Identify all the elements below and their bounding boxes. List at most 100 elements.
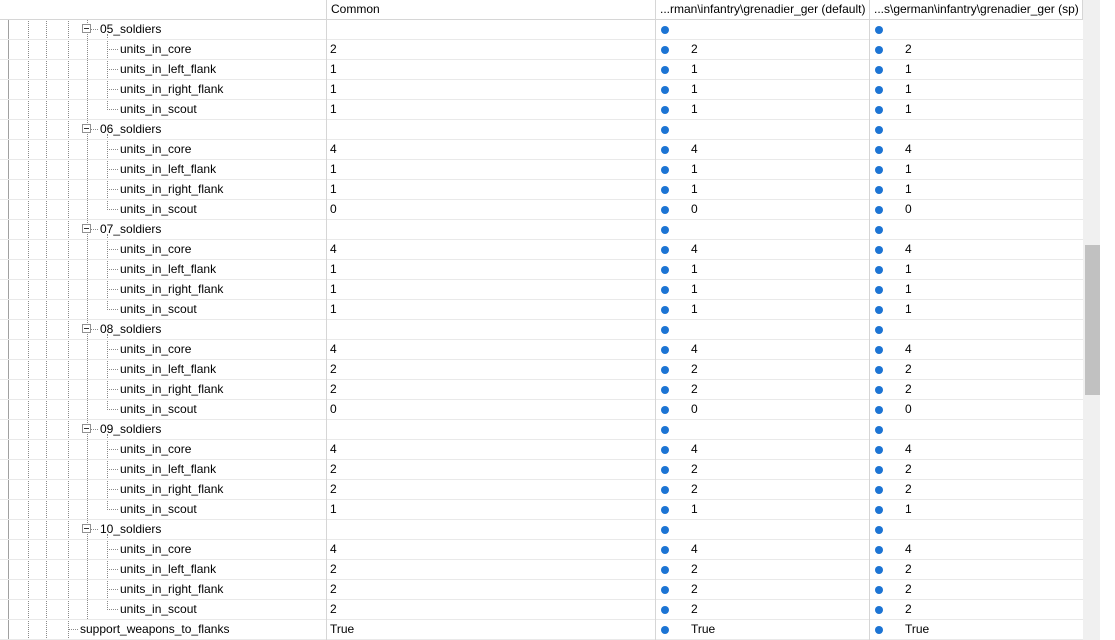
sp-value[interactable]: 1 xyxy=(905,60,912,79)
common-value[interactable]: 1 xyxy=(330,300,337,319)
default-value[interactable]: 4 xyxy=(691,240,698,259)
tree-property-row[interactable]: units_in_right_flank 2 2 2 xyxy=(0,480,1083,500)
default-value[interactable]: 4 xyxy=(691,540,698,559)
tree-property-row[interactable]: units_in_scout 1 1 1 xyxy=(0,100,1083,120)
default-value[interactable]: 2 xyxy=(691,600,698,619)
common-value[interactable]: 1 xyxy=(330,500,337,519)
sp-value[interactable]: 4 xyxy=(905,240,912,259)
default-value[interactable]: 1 xyxy=(691,300,698,319)
collapse-toggle-icon[interactable] xyxy=(82,524,91,533)
common-value[interactable]: 2 xyxy=(330,580,337,599)
default-value[interactable]: 2 xyxy=(691,380,698,399)
common-value[interactable]: 1 xyxy=(330,60,337,79)
default-value[interactable]: 4 xyxy=(691,140,698,159)
sp-value[interactable]: 1 xyxy=(905,500,912,519)
collapse-toggle-icon[interactable] xyxy=(82,24,91,33)
common-value[interactable]: 4 xyxy=(330,440,337,459)
tree-property-row[interactable]: units_in_left_flank 1 1 1 xyxy=(0,60,1083,80)
sp-value[interactable]: 0 xyxy=(905,200,912,219)
header-sp[interactable]: ...s\german\infantry\grenadier_ger (sp) xyxy=(870,0,1083,19)
collapse-toggle-icon[interactable] xyxy=(82,324,91,333)
sp-value[interactable]: 2 xyxy=(905,380,912,399)
collapse-toggle-icon[interactable] xyxy=(82,424,91,433)
tree-property-row[interactable]: units_in_left_flank 1 1 1 xyxy=(0,160,1083,180)
common-value[interactable]: 4 xyxy=(330,340,337,359)
common-value[interactable]: 2 xyxy=(330,40,337,59)
tree-property-row[interactable]: units_in_scout 1 1 1 xyxy=(0,300,1083,320)
default-value[interactable]: 1 xyxy=(691,280,698,299)
tree-property-row[interactable]: units_in_core 4 4 4 xyxy=(0,540,1083,560)
default-value[interactable]: 1 xyxy=(691,60,698,79)
default-value[interactable]: 2 xyxy=(691,580,698,599)
tree-property-row[interactable]: units_in_core 4 4 4 xyxy=(0,440,1083,460)
tree-property-row[interactable]: units_in_scout 0 0 0 xyxy=(0,400,1083,420)
tree-property-row[interactable]: units_in_left_flank 2 2 2 xyxy=(0,360,1083,380)
default-value[interactable]: 1 xyxy=(691,260,698,279)
tree-property-row[interactable]: support_weapons_to_flanks True True True xyxy=(0,620,1083,640)
tree-group-row[interactable]: 05_soldiers xyxy=(0,20,1083,40)
default-value[interactable]: 2 xyxy=(691,360,698,379)
common-value[interactable]: 4 xyxy=(330,140,337,159)
common-value[interactable]: 4 xyxy=(330,540,337,559)
sp-value[interactable]: 4 xyxy=(905,440,912,459)
common-value[interactable]: True xyxy=(330,620,354,639)
default-value[interactable]: 0 xyxy=(691,200,698,219)
tree-group-row[interactable]: 09_soldiers xyxy=(0,420,1083,440)
tree-property-row[interactable]: units_in_right_flank 2 2 2 xyxy=(0,580,1083,600)
common-value[interactable]: 2 xyxy=(330,600,337,619)
default-value[interactable]: 1 xyxy=(691,500,698,519)
default-value[interactable]: 4 xyxy=(691,340,698,359)
common-value[interactable]: 1 xyxy=(330,80,337,99)
sp-value[interactable]: 2 xyxy=(905,480,912,499)
default-value[interactable]: True xyxy=(691,620,715,639)
tree-property-row[interactable]: units_in_right_flank 1 1 1 xyxy=(0,80,1083,100)
common-value[interactable]: 4 xyxy=(330,240,337,259)
header-default[interactable]: ...rman\infantry\grenadier_ger (default) xyxy=(656,0,870,19)
tree-property-row[interactable]: units_in_left_flank 1 1 1 xyxy=(0,260,1083,280)
sp-value[interactable]: 0 xyxy=(905,400,912,419)
header-common[interactable]: Common xyxy=(327,0,656,19)
sp-value[interactable]: 2 xyxy=(905,600,912,619)
default-value[interactable]: 0 xyxy=(691,400,698,419)
tree-property-row[interactable]: units_in_core 4 4 4 xyxy=(0,140,1083,160)
common-value[interactable]: 2 xyxy=(330,480,337,499)
tree-property-row[interactable]: units_in_scout 2 2 2 xyxy=(0,600,1083,620)
tree-property-row[interactable]: units_in_core 2 2 2 xyxy=(0,40,1083,60)
collapse-toggle-icon[interactable] xyxy=(82,224,91,233)
default-value[interactable]: 1 xyxy=(691,180,698,199)
sp-value[interactable]: 1 xyxy=(905,80,912,99)
scrollbar-thumb[interactable] xyxy=(1085,245,1100,395)
sp-value[interactable]: 1 xyxy=(905,280,912,299)
tree-group-row[interactable]: 08_soldiers xyxy=(0,320,1083,340)
sp-value[interactable]: 2 xyxy=(905,460,912,479)
tree-property-row[interactable]: units_in_left_flank 2 2 2 xyxy=(0,560,1083,580)
common-value[interactable]: 2 xyxy=(330,380,337,399)
default-value[interactable]: 1 xyxy=(691,80,698,99)
common-value[interactable]: 0 xyxy=(330,400,337,419)
common-value[interactable]: 0 xyxy=(330,200,337,219)
sp-value[interactable]: 1 xyxy=(905,300,912,319)
sp-value[interactable]: 2 xyxy=(905,40,912,59)
sp-value[interactable]: 2 xyxy=(905,580,912,599)
default-value[interactable]: 1 xyxy=(691,160,698,179)
tree-property-row[interactable]: units_in_scout 1 1 1 xyxy=(0,500,1083,520)
default-value[interactable]: 2 xyxy=(691,460,698,479)
sp-value[interactable]: True xyxy=(905,620,929,639)
header-name-column[interactable] xyxy=(0,0,327,19)
sp-value[interactable]: 4 xyxy=(905,340,912,359)
tree-property-row[interactable]: units_in_right_flank 1 1 1 xyxy=(0,180,1083,200)
common-value[interactable]: 1 xyxy=(330,160,337,179)
collapse-toggle-icon[interactable] xyxy=(82,124,91,133)
sp-value[interactable]: 1 xyxy=(905,180,912,199)
common-value[interactable]: 2 xyxy=(330,560,337,579)
common-value[interactable]: 1 xyxy=(330,260,337,279)
tree-property-row[interactable]: units_in_left_flank 2 2 2 xyxy=(0,460,1083,480)
sp-value[interactable]: 1 xyxy=(905,260,912,279)
tree-property-row[interactable]: units_in_right_flank 1 1 1 xyxy=(0,280,1083,300)
tree-group-row[interactable]: 06_soldiers xyxy=(0,120,1083,140)
common-value[interactable]: 2 xyxy=(330,360,337,379)
default-value[interactable]: 2 xyxy=(691,480,698,499)
sp-value[interactable]: 4 xyxy=(905,140,912,159)
sp-value[interactable]: 1 xyxy=(905,160,912,179)
tree-property-row[interactable]: units_in_scout 0 0 0 xyxy=(0,200,1083,220)
